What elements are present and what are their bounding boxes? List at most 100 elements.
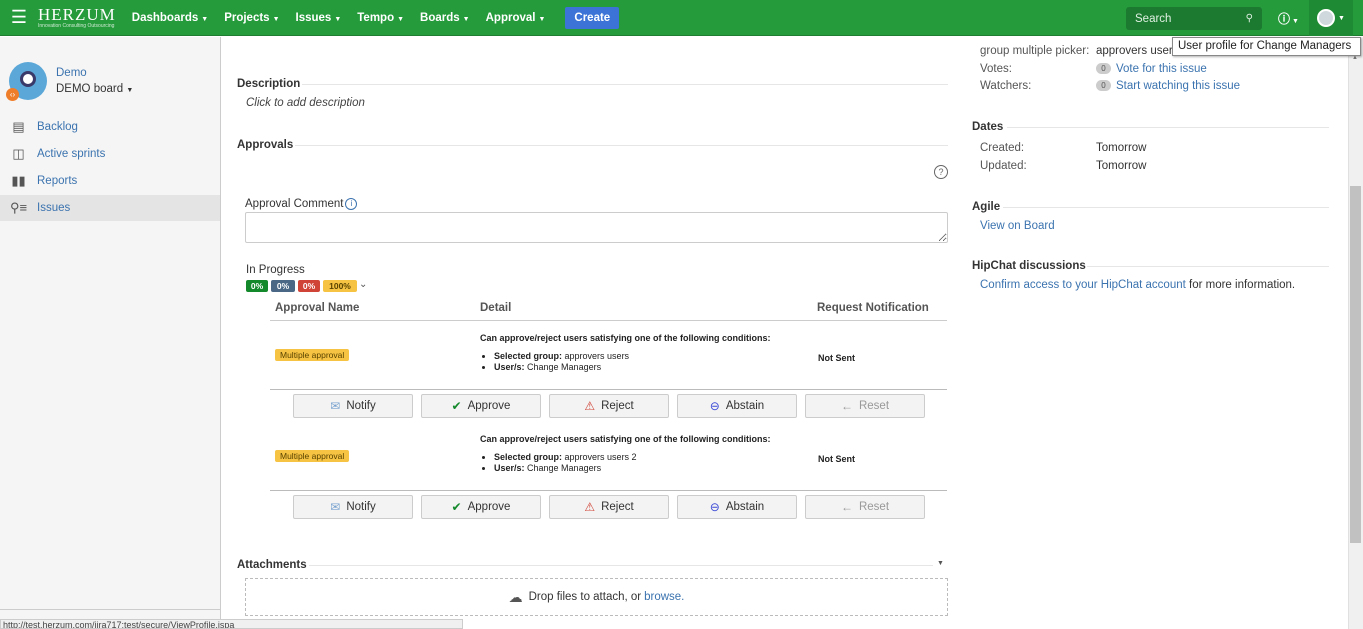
divider: [270, 320, 947, 321]
hipchat-message: Confirm access to your HipChat account f…: [980, 279, 1296, 291]
scrollbar-thumb[interactable]: [1350, 186, 1361, 543]
divider: [270, 389, 947, 390]
error-circle-icon: ⚠: [584, 500, 596, 514]
check-circle-icon: ✔: [451, 399, 462, 413]
browse-link[interactable]: browse.: [644, 591, 684, 603]
check-circle-icon: ✔: [451, 500, 462, 514]
nav-boards[interactable]: Boards ▼: [420, 12, 470, 24]
divider: [1003, 207, 1329, 208]
nav-issues[interactable]: Issues ▼: [296, 12, 342, 24]
sidebar: ‹› Demo DEMO board ▼ ▤ Backlog ◫ Active …: [0, 37, 221, 629]
reset-button[interactable]: ← Reset: [805, 495, 925, 519]
abstain-circle-icon: ⊖: [709, 500, 720, 514]
project-type-badge: ‹›: [6, 88, 19, 101]
percent-rejected-badge: 0%: [298, 280, 320, 292]
help-icon[interactable]: ?: [934, 165, 948, 179]
watch-link[interactable]: Start watching this issue: [1116, 80, 1240, 92]
search-icon: ⚲: [1245, 13, 1253, 24]
approval-comment-field[interactable]: [245, 212, 948, 243]
notification-status: Not Sent: [818, 454, 855, 464]
approvals-heading: Approvals: [237, 139, 294, 151]
drop-text: Drop files to attach, or: [528, 591, 642, 603]
logo-name: HERZUM: [38, 5, 116, 24]
hipchat-confirm-link[interactable]: Confirm access to your HipChat account: [980, 279, 1186, 291]
notification-status: Not Sent: [818, 353, 855, 363]
logo-tagline: Innovation Consulting Outsourcing: [38, 23, 115, 29]
agile-heading: Agile: [972, 201, 1001, 213]
updated-label: Updated:: [980, 160, 1027, 172]
notify-button[interactable]: ✉ Notify: [293, 394, 413, 418]
abstain-button[interactable]: ⊖ Abstain: [677, 495, 797, 519]
nav-tempo[interactable]: Tempo ▼: [357, 12, 404, 24]
approval-detail: Can approve/reject users satisfying one …: [480, 434, 771, 474]
votes-value: 0 Vote for this issue: [1096, 63, 1207, 75]
project-name[interactable]: Demo: [56, 67, 87, 79]
profile-tooltip: User profile for Change Managers: [1172, 37, 1361, 56]
reports-icon: ▮▮: [11, 173, 26, 188]
info-icon[interactable]: i: [345, 198, 358, 210]
votes-label: Votes:: [980, 63, 1012, 75]
user-profile-button[interactable]: ▼: [1309, 0, 1353, 36]
search-input[interactable]: Search ⚲: [1126, 7, 1262, 30]
backlog-icon: ▤: [12, 119, 25, 134]
approval-name-lozenge: Multiple approval: [275, 450, 350, 462]
nav-approval[interactable]: Approval ▼: [486, 12, 546, 24]
approval-name-lozenge: Multiple approval: [275, 349, 350, 361]
description-placeholder[interactable]: Click to add description: [246, 97, 365, 109]
sidebar-item-active-sprints[interactable]: ◫ Active sprints: [0, 141, 220, 167]
avatar: [1317, 9, 1336, 27]
sidebar-item-issues[interactable]: ⚲≡ Issues: [0, 195, 220, 221]
created-label: Created:: [980, 142, 1025, 154]
chevron-down-icon: ▼: [126, 87, 134, 94]
attachment-dropzone[interactable]: ☁ Drop files to attach, or browse.: [245, 578, 948, 616]
sidebar-item-backlog[interactable]: ▤ Backlog: [0, 114, 220, 140]
browser-status-url: http://test.herzum.com/jira717:test/secu…: [0, 619, 463, 629]
undo-arrow-icon: ←: [840, 399, 853, 413]
reject-button[interactable]: ⚠ Reject: [549, 495, 669, 519]
watchers-label: Watchers:: [980, 80, 1032, 92]
hamburger-menu-icon[interactable]: ☰: [0, 0, 38, 36]
envelope-icon: ✉: [330, 399, 341, 413]
dates-heading: Dates: [972, 121, 1004, 133]
approve-button[interactable]: ✔ Approve: [421, 495, 541, 519]
chevron-down-icon[interactable]: ⌄: [359, 279, 367, 290]
created-value: Tomorrow: [1096, 142, 1147, 154]
approval-status: In Progress: [246, 264, 305, 276]
divider: [302, 84, 948, 85]
create-button[interactable]: Create: [565, 6, 620, 29]
abstain-circle-icon: ⊖: [709, 399, 720, 413]
chevron-down-icon: ▼: [462, 15, 470, 23]
field-value-group-multiple-picker: approvers users: [1096, 45, 1179, 57]
reject-button[interactable]: ⚠ Reject: [549, 394, 669, 418]
approve-button[interactable]: ✔ Approve: [421, 394, 541, 418]
active-sprints-icon: ◫: [12, 146, 25, 161]
chevron-down-icon: ▼: [1338, 14, 1345, 22]
issues-icon: ⚲≡: [9, 200, 28, 215]
chevron-down-icon[interactable]: ▼: [937, 560, 944, 567]
nav-projects[interactable]: Projects ▼: [224, 12, 279, 24]
divider: [1087, 266, 1329, 267]
vote-link[interactable]: Vote for this issue: [1116, 63, 1207, 75]
help-icon[interactable]: ⓘ ▼: [1278, 10, 1299, 27]
sidebar-item-reports[interactable]: ▮▮ Reports: [0, 168, 220, 194]
project-avatar[interactable]: ‹›: [6, 62, 47, 101]
chevron-down-icon: ▼: [538, 15, 546, 23]
error-circle-icon: ⚠: [584, 399, 596, 413]
chevron-down-icon: ▼: [272, 15, 280, 23]
divider: [1007, 127, 1329, 128]
percent-pending-badge: 0%: [271, 280, 295, 292]
reset-button[interactable]: ← Reset: [805, 394, 925, 418]
abstain-button[interactable]: ⊖ Abstain: [677, 394, 797, 418]
logo[interactable]: HERZUM Innovation Consulting Outsourcing: [38, 6, 116, 29]
watcher-count: 0: [1096, 80, 1111, 91]
search-placeholder: Search: [1135, 12, 1172, 25]
view-on-board-link[interactable]: View on Board: [980, 220, 1055, 232]
chevron-down-icon: ▼: [201, 15, 209, 23]
notify-button[interactable]: ✉ Notify: [293, 495, 413, 519]
sidebar-divider: [0, 609, 220, 610]
chevron-down-icon: ▼: [334, 15, 342, 23]
nav-dashboards[interactable]: Dashboards ▼: [132, 12, 208, 24]
column-header-request-notification: Request Notification: [817, 302, 929, 314]
percent-total-badge: 100%: [323, 280, 357, 292]
board-selector[interactable]: DEMO board ▼: [56, 83, 133, 95]
